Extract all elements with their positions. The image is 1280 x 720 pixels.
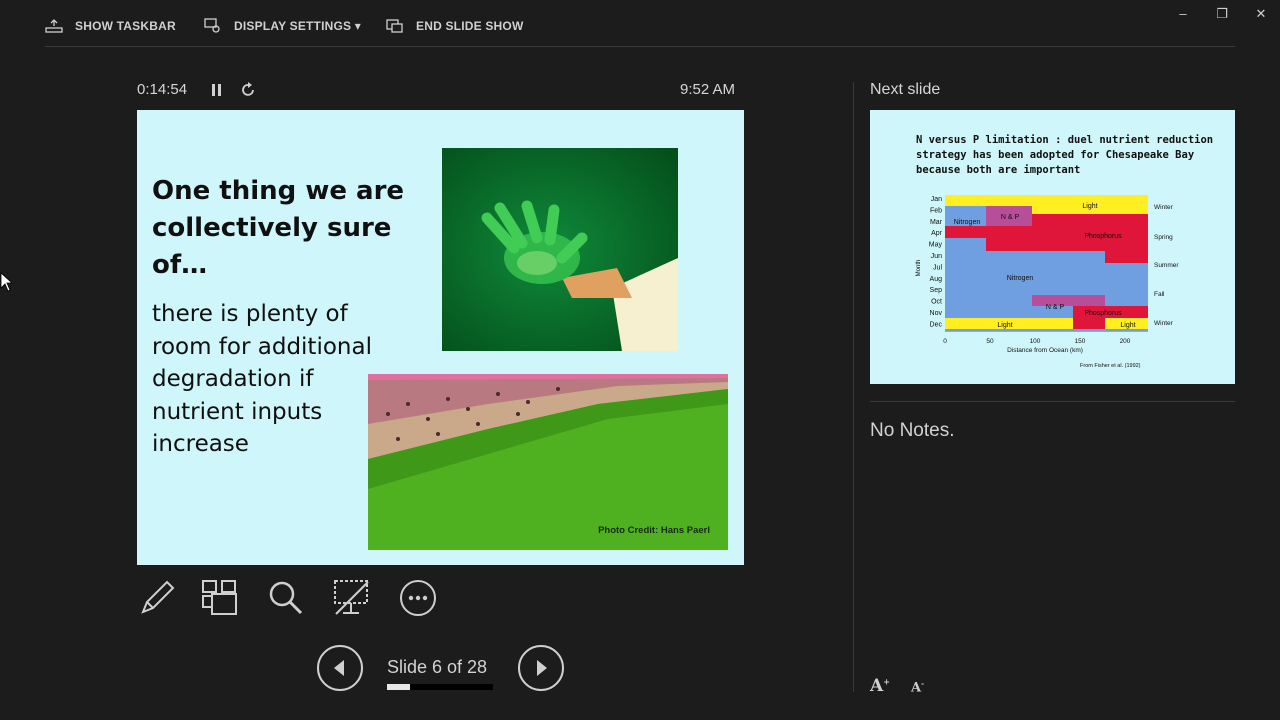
mouse-cursor-icon bbox=[0, 272, 12, 292]
pen-icon[interactable] bbox=[137, 578, 177, 618]
display-settings-icon bbox=[204, 18, 220, 33]
month-label: Nov bbox=[930, 310, 943, 317]
season-label: Fall bbox=[1154, 291, 1165, 298]
y-axis-label: Month bbox=[916, 260, 922, 277]
month-label: Apr bbox=[931, 230, 943, 237]
month-label: Oct bbox=[931, 299, 942, 306]
month-label: Jun bbox=[931, 253, 942, 260]
region-label: Nitrogen bbox=[1007, 275, 1034, 282]
taskbar-icon bbox=[45, 19, 63, 33]
current-time: 9:52 AM bbox=[680, 81, 736, 98]
month-label: Mar bbox=[930, 219, 943, 226]
end-show-icon bbox=[386, 19, 403, 33]
pane-divider bbox=[853, 82, 854, 692]
minimize-button[interactable]: – bbox=[1171, 6, 1195, 22]
region-label: N & P bbox=[1046, 304, 1065, 311]
green-hand-photo bbox=[442, 148, 678, 351]
end-slide-show-button[interactable]: END SLIDE SHOW bbox=[386, 18, 523, 34]
region-label: Phosphorus bbox=[1084, 233, 1122, 240]
current-slide[interactable]: One thing we are collectively sure of… t… bbox=[137, 110, 744, 565]
end-slide-show-label: END SLIDE SHOW bbox=[416, 19, 524, 33]
x-tick-label: 100 bbox=[1030, 338, 1041, 345]
month-label: Sep bbox=[930, 287, 943, 294]
x-tick-label: 150 bbox=[1075, 338, 1086, 345]
more-options-icon[interactable] bbox=[398, 578, 438, 618]
nutrient-limitation-chart: Jan Feb Mar Apr May Jun Jul Aug Sep Oct Nov Dec Mont… bbox=[916, 195, 1179, 369]
region-label: Light bbox=[1120, 322, 1135, 329]
season-label: Winter bbox=[1154, 204, 1174, 211]
slide-counter[interactable]: Slide 6 of 28 bbox=[387, 657, 487, 678]
speaker-notes: No Notes. bbox=[870, 420, 955, 441]
month-label: May bbox=[929, 242, 943, 249]
zoom-icon[interactable] bbox=[266, 578, 306, 618]
arrow-right-icon bbox=[537, 660, 547, 676]
season-label: Winter bbox=[1154, 320, 1174, 327]
next-slide-label: Next slide bbox=[870, 81, 941, 98]
display-settings-button[interactable]: DISPLAY SETTINGS ▾ bbox=[204, 18, 361, 34]
algae-beach-photo: Photo Credit: Hans Paerl bbox=[368, 374, 728, 550]
see-all-slides-icon[interactable] bbox=[200, 578, 240, 618]
region-label: Nitrogen bbox=[954, 219, 981, 226]
arrow-left-icon bbox=[334, 660, 344, 676]
month-label: Jul bbox=[933, 264, 942, 271]
show-taskbar-label: SHOW TASKBAR bbox=[75, 19, 176, 33]
increase-font-icon[interactable]: A+ bbox=[870, 676, 892, 696]
photo-credit: Photo Credit: Hans Paerl bbox=[598, 525, 710, 536]
display-settings-label: DISPLAY SETTINGS ▾ bbox=[234, 19, 361, 33]
x-tick-label: 200 bbox=[1120, 338, 1131, 345]
black-screen-icon[interactable] bbox=[332, 578, 372, 618]
month-label: Aug bbox=[930, 276, 943, 283]
pause-timer-icon[interactable] bbox=[208, 82, 226, 98]
region-label: Phosphorus bbox=[1084, 310, 1122, 317]
month-label: Jan bbox=[931, 196, 942, 203]
month-label: Feb bbox=[930, 207, 942, 214]
chart-citation: From Fisher et al. (1992) bbox=[1080, 363, 1141, 369]
toolbar-divider bbox=[45, 46, 1235, 47]
x-axis-label: Distance from Ocean (km) bbox=[1007, 347, 1083, 354]
previous-slide-button[interactable] bbox=[317, 645, 363, 691]
show-taskbar-button[interactable]: SHOW TASKBAR bbox=[45, 18, 176, 34]
region-label: N & P bbox=[1001, 214, 1020, 221]
season-label: Summer bbox=[1154, 262, 1179, 269]
slide-progress-bar bbox=[387, 684, 493, 690]
slide-body-text: there is plenty of room for additional d… bbox=[152, 301, 372, 457]
slide-progress-fill bbox=[387, 684, 410, 690]
season-label: Spring bbox=[1154, 234, 1173, 241]
elapsed-timer: 0:14:54 bbox=[137, 81, 188, 98]
close-button[interactable]: ✕ bbox=[1249, 6, 1273, 22]
restore-button[interactable]: ❐ bbox=[1210, 6, 1234, 22]
slide-title: One thing we are collectively sure of… bbox=[152, 176, 405, 280]
notes-divider bbox=[870, 401, 1235, 402]
next-slide-button[interactable] bbox=[518, 645, 564, 691]
region-label: Light bbox=[997, 322, 1012, 329]
restart-timer-icon[interactable] bbox=[240, 82, 258, 98]
region-label: Light bbox=[1082, 203, 1097, 210]
x-tick-label: 0 bbox=[943, 338, 947, 345]
x-tick-label: 50 bbox=[986, 338, 994, 345]
month-label: Dec bbox=[930, 321, 943, 328]
next-slide-preview[interactable]: N versus P limitation : duel nutrient re… bbox=[870, 110, 1235, 384]
decrease-font-icon[interactable]: A- bbox=[911, 679, 933, 699]
presenter-toolbar: SHOW TASKBAR DISPLAY SETTINGS ▾ END SLID… bbox=[0, 0, 1280, 50]
